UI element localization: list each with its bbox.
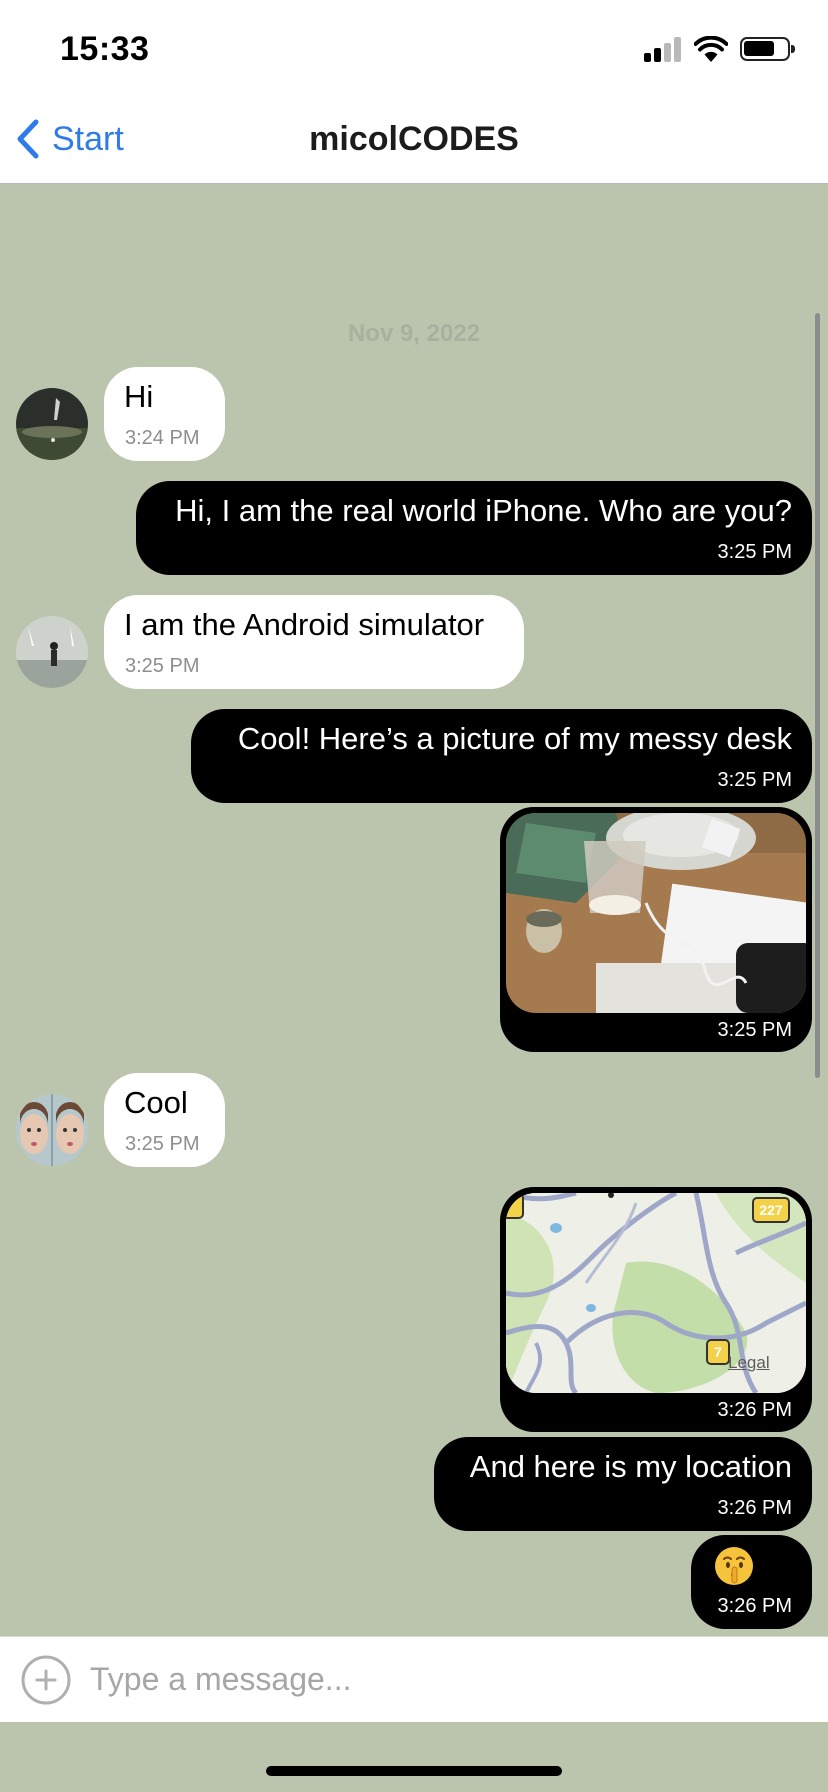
message-bubble-incoming[interactable]: Cool 3:25 PM <box>104 1073 225 1167</box>
road-badge: 227 <box>752 1197 790 1223</box>
message-bubble-outgoing[interactable]: Hi, I am the real world iPhone. Who are … <box>136 481 812 575</box>
message-bubble-outgoing[interactable]: And here is my location 3:26 PM <box>434 1437 812 1531</box>
status-bar: 15:33 <box>0 0 828 92</box>
message-time: 3:26 PM <box>717 1399 792 1421</box>
avatar-photo <box>16 1094 88 1166</box>
message-input[interactable] <box>90 1649 790 1709</box>
avatar[interactable] <box>16 616 88 688</box>
message-text: Cool <box>124 1085 188 1120</box>
chat-scrollbar[interactable] <box>815 313 820 1078</box>
message-text: Hi, I am the real world iPhone. Who are … <box>175 493 792 528</box>
avatar-photo <box>16 616 88 688</box>
message-bubble-incoming[interactable]: Hi 3:24 PM <box>104 367 225 461</box>
message-text: And here is my location <box>469 1449 792 1484</box>
message-bubble-outgoing[interactable]: 🤫 3:26 PM <box>691 1535 812 1629</box>
message-time: 3:24 PM <box>125 427 200 449</box>
page-title: micolCODES <box>309 120 519 158</box>
message-text: Cool! Here’s a picture of my messy desk <box>237 721 792 756</box>
message-bubble-incoming[interactable]: I am the Android simulator 3:25 PM <box>104 595 524 689</box>
date-separator: Nov 9, 2022 <box>347 320 481 347</box>
message-time: 3:25 PM <box>717 769 792 791</box>
avatar-photo <box>16 388 88 460</box>
location-map[interactable]: 227 7 Legal <box>506 1193 806 1393</box>
battery-icon <box>740 37 795 61</box>
message-time: 3:25 PM <box>125 1133 200 1155</box>
message-text: I am the Android simulator <box>124 607 485 642</box>
home-indicator[interactable] <box>266 1766 562 1776</box>
message-time: 3:25 PM <box>717 541 792 563</box>
desk-photo[interactable] <box>506 813 806 1013</box>
message-bubble-location[interactable]: 227 7 Legal 3:26 PM <box>500 1187 812 1432</box>
message-time: 3:26 PM <box>717 1595 792 1617</box>
add-attachment-button[interactable] <box>20 1654 72 1706</box>
navigation-bar: Start micolCODES <box>0 92 828 184</box>
message-text: Hi <box>124 379 154 414</box>
message-time: 3:26 PM <box>717 1497 792 1519</box>
avatar[interactable] <box>16 1094 88 1166</box>
message-time: 3:25 PM <box>125 655 200 677</box>
status-icons <box>644 36 795 62</box>
map-legal-link[interactable]: Legal <box>728 1353 770 1373</box>
message-bubble-outgoing[interactable]: Cool! Here’s a picture of my messy desk … <box>191 709 812 803</box>
message-composer <box>0 1636 828 1722</box>
wifi-icon <box>694 36 728 62</box>
message-bubble-image[interactable]: 3:25 PM <box>500 807 812 1052</box>
avatar[interactable] <box>16 388 88 460</box>
shushing-face-emoji-icon <box>715 1547 753 1585</box>
message-time: 3:25 PM <box>717 1019 792 1041</box>
cellular-signal-icon <box>644 36 684 62</box>
road-badge <box>506 1193 524 1219</box>
road-badge: 7 <box>706 1339 730 1365</box>
status-time: 15:33 <box>60 30 150 68</box>
